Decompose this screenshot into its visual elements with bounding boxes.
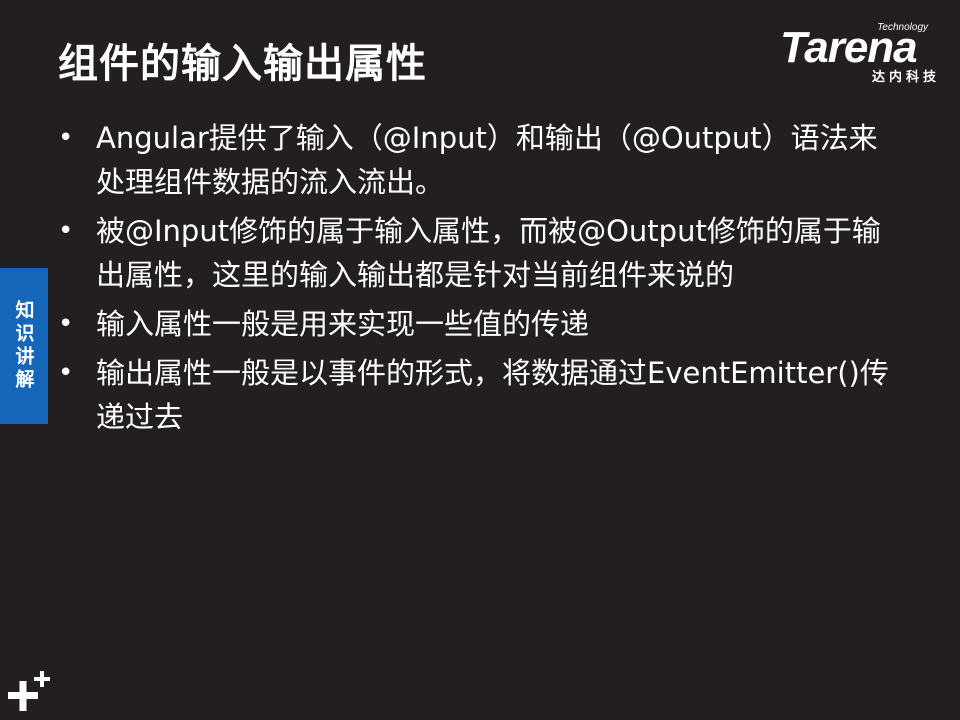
logo-wordmark: Tarena	[780, 23, 918, 72]
bullet-text: Angular提供了输入（@Input）和输出（@Output）语法来处理组件数…	[96, 121, 878, 199]
side-tab-label: 知识讲解	[12, 300, 35, 392]
slide: 组件的输入输出属性 Technology Tarena 达内科技 知识讲解 • …	[0, 0, 960, 720]
bullet-text: 输出属性一般是以事件的形式，将数据通过EventEmitter()传递过去	[96, 356, 889, 434]
bullet-marker: •	[58, 358, 74, 388]
tarena-logo: Technology Tarena 达内科技	[780, 22, 948, 85]
bullet-list: • Angular提供了输入（@Input）和输出（@Output）语法来处理组…	[58, 116, 898, 444]
bullet-item: • Angular提供了输入（@Input）和输出（@Output）语法来处理组…	[58, 116, 898, 204]
bullet-text: 输入属性一般是用来实现一些值的传递	[96, 307, 590, 341]
bullet-marker: •	[58, 309, 74, 339]
logo-subtitle: 达内科技	[871, 70, 940, 85]
bullet-text: 被@Input修饰的属于输入属性，而被@Output修饰的属于输出属性，这里的输…	[96, 214, 881, 292]
plus-icon	[8, 671, 50, 711]
slide-title: 组件的输入输出属性	[58, 41, 427, 87]
bullet-item: • 被@Input修饰的属于输入属性，而被@Output修饰的属于输出属性，这里…	[58, 209, 898, 297]
bullet-item: • 输入属性一般是用来实现一些值的传递	[58, 302, 898, 346]
bullet-marker: •	[58, 216, 74, 246]
side-tab: 知识讲解	[0, 268, 48, 424]
bullet-marker: •	[58, 123, 74, 153]
bullet-item: • 输出属性一般是以事件的形式，将数据通过EventEmitter()传递过去	[58, 351, 898, 439]
